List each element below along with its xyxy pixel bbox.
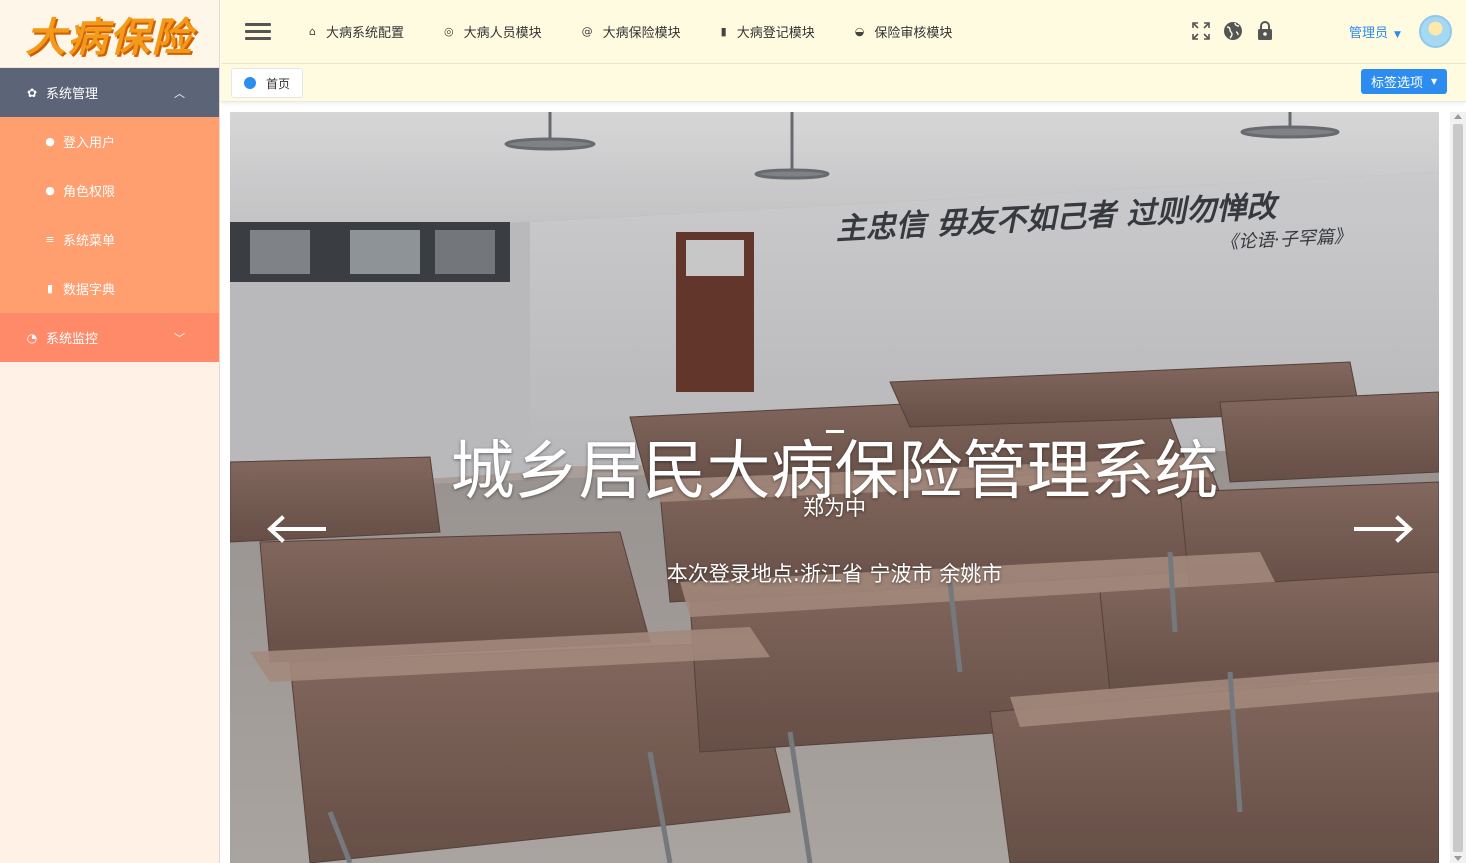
sidebar: 大病保险 ✿ 系统管理 ︿ ● 登入用户 ● 角色权限 ≡ 系统菜单 ▮ 数据字…: [0, 0, 220, 863]
user-icon: ●: [45, 135, 55, 148]
fullscreen-icon[interactable]: [1191, 20, 1211, 42]
tab-label: 首页: [266, 76, 291, 91]
sidebar-item-label: 角色权限: [63, 185, 116, 200]
nav-item-label: 大病登记模块: [736, 26, 815, 41]
globe-icon: ◎: [444, 25, 454, 38]
logo-text: 大病保险: [25, 13, 194, 61]
sidebar-item-system-menu[interactable]: ≡ 系统菜单: [0, 215, 219, 264]
scroll-down-icon[interactable]: [1454, 856, 1462, 861]
banner-login-location: 本次登录地点:浙江省 宁波市 余姚市: [666, 562, 1003, 586]
menu-toggle-icon[interactable]: [245, 19, 271, 44]
nav-item-insurance[interactable]: @ 大病保险模块: [582, 22, 681, 41]
caret-down-icon: ▼: [1394, 30, 1401, 40]
sidebar-item-label: 数据字典: [63, 283, 116, 298]
carousel-prev-arrow-icon[interactable]: [266, 512, 326, 546]
vertical-scrollbar[interactable]: [1450, 112, 1466, 863]
user-menu[interactable]: 管理员 ▼: [1349, 22, 1401, 41]
tab-home[interactable]: 首页: [231, 68, 304, 98]
nav-item-registration[interactable]: ▮ 大病登记模块: [721, 22, 815, 41]
nav-item-label: 大病系统配置: [325, 26, 404, 41]
home-icon: ⌂: [309, 25, 316, 38]
home-banner: 主忠信 毋友不如己者 过则勿惮改 《论语·子罕篇》 城乡居民大病保险管理系统 郑…: [230, 112, 1439, 863]
sidebar-item-label: 系统菜单: [63, 234, 116, 249]
avatar[interactable]: [1419, 15, 1452, 48]
at-icon: @: [581, 25, 593, 38]
nav-item-audit[interactable]: ◒ 保险审核模块: [855, 22, 953, 41]
tags-bar: 首页 标签选项 ▼: [221, 64, 1466, 102]
logo[interactable]: 大病保险: [0, 0, 219, 68]
carousel-next-arrow-icon[interactable]: [1354, 512, 1414, 546]
title-divider: [826, 430, 844, 433]
users-icon: ●: [45, 184, 55, 197]
book-icon: ▮: [46, 282, 54, 295]
lock-icon[interactable]: [1255, 20, 1275, 42]
gauge-icon: ◔: [26, 330, 38, 345]
sidebar-item-label: 登入用户: [63, 136, 116, 151]
nav-item-label: 大病保险模块: [602, 26, 681, 41]
tag-options-label: 标签选项: [1371, 76, 1424, 91]
user-name: 管理员: [1349, 26, 1389, 41]
tag-options-button[interactable]: 标签选项 ▼: [1361, 69, 1448, 94]
book-icon: ▮: [720, 25, 727, 38]
scrollbar-thumb[interactable]: [1453, 124, 1463, 852]
globe-icon[interactable]: [1223, 20, 1243, 42]
active-dot-icon: [244, 77, 256, 89]
sidebar-group-label: 系统监控: [46, 332, 99, 347]
sidebar-group-system-management[interactable]: ✿ 系统管理 ︿: [0, 68, 219, 117]
nav-item-label: 大病人员模块: [463, 26, 542, 41]
scroll-up-icon[interactable]: [1454, 114, 1462, 119]
caret-down-icon: ▼: [1431, 77, 1438, 86]
list-icon: ≡: [45, 233, 55, 246]
sidebar-item-login-users[interactable]: ● 登入用户: [0, 117, 219, 166]
chevron-up-icon: ︿: [174, 86, 185, 100]
sidebar-group-system-monitor[interactable]: ◔ 系统监控 ﹀: [0, 313, 219, 362]
nav-item-config[interactable]: ⌂ 大病系统配置: [309, 22, 404, 41]
sidebar-item-role-permissions[interactable]: ● 角色权限: [0, 166, 219, 215]
sidebar-item-data-dictionary[interactable]: ▮ 数据字典: [0, 264, 219, 313]
banner-user-name: 郑为中: [803, 496, 866, 520]
sidebar-submenu: ● 登入用户 ● 角色权限 ≡ 系统菜单 ▮ 数据字典: [0, 117, 219, 313]
nav-item-label: 保险审核模块: [874, 26, 953, 41]
top-header: ⌂ 大病系统配置 ◎ 大病人员模块 @ 大病保险模块 ▮ 大病登记模块 ◒ 保险…: [221, 0, 1466, 64]
chevron-down-icon: ﹀: [174, 331, 185, 345]
circle-icon: ◒: [854, 25, 865, 38]
header-tools: [1191, 20, 1275, 42]
gear-icon: ✿: [26, 85, 38, 100]
nav-item-personnel[interactable]: ◎ 大病人员模块: [444, 22, 542, 41]
sidebar-group-label: 系统管理: [46, 87, 99, 102]
